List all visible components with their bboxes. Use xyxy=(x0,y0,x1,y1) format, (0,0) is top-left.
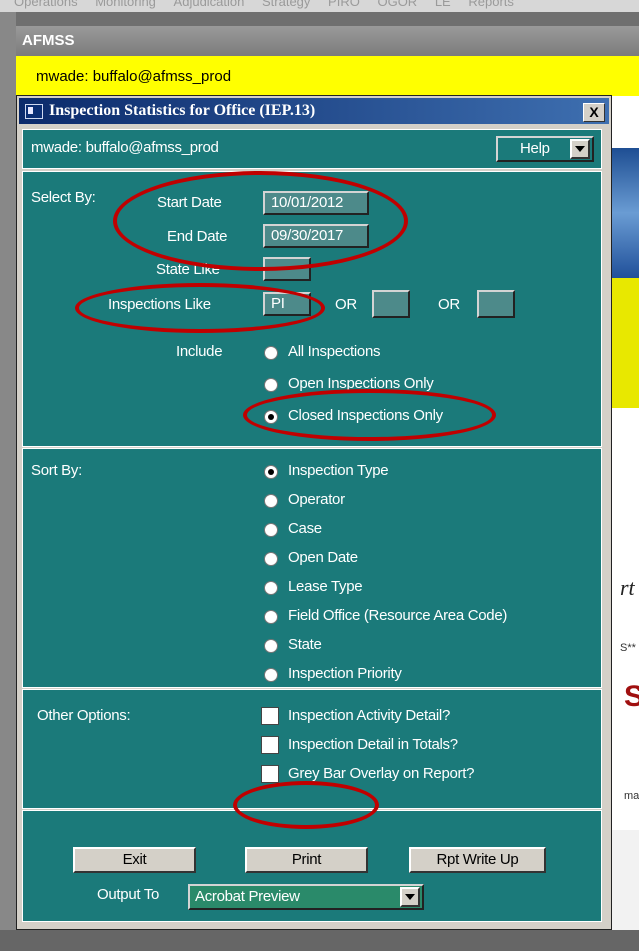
exit-button[interactable]: Exit xyxy=(73,847,196,873)
other-options-panel: Other Options: Inspection Activity Detai… xyxy=(22,689,602,809)
background-text-fragment: S** xyxy=(620,642,636,654)
app-menubar: Operations Monitoring Adjudication Strat… xyxy=(0,0,639,12)
sort-lease-type-radio[interactable] xyxy=(264,581,278,595)
sort-inspection-type-radio[interactable] xyxy=(264,465,278,479)
rpt-write-up-button[interactable]: Rpt Write Up xyxy=(409,847,546,873)
state-like-label: State Like xyxy=(156,261,220,278)
sort-operator-radio[interactable] xyxy=(264,494,278,508)
start-date-field[interactable]: 10/01/2012 xyxy=(263,191,369,215)
start-date-label: Start Date xyxy=(157,194,222,211)
output-to-label: Output To xyxy=(97,886,160,903)
sort-inspection-priority-radio[interactable] xyxy=(264,668,278,682)
sort-open-date-radio[interactable] xyxy=(264,552,278,566)
sort-lease-type-label: Lease Type xyxy=(288,578,363,595)
chevron-down-icon[interactable] xyxy=(570,139,590,159)
menu-item-monitoring[interactable]: Monitoring xyxy=(95,0,156,9)
end-date-label: End Date xyxy=(167,228,228,245)
sort-inspection-type-label: Inspection Type xyxy=(288,462,389,479)
state-like-field[interactable] xyxy=(263,257,311,281)
sort-state-label: State xyxy=(288,636,322,653)
select-by-panel: Select By: Start Date 10/01/2012 End Dat… xyxy=(22,171,602,447)
output-to-select[interactable]: Acrobat Preview xyxy=(188,884,424,910)
or-label: OR xyxy=(438,296,460,313)
chevron-down-icon[interactable] xyxy=(400,887,420,907)
inspections-like-or1-field[interactable] xyxy=(372,290,410,318)
or-label: OR xyxy=(335,296,357,313)
background-text-fragment: ma xyxy=(624,790,639,802)
dialog-header-panel: mwade: buffalo@afmss_prod Help xyxy=(22,129,602,169)
left-window-edge xyxy=(0,12,16,930)
print-button[interactable]: Print xyxy=(245,847,368,873)
sort-case-radio[interactable] xyxy=(264,523,278,537)
include-open-radio[interactable] xyxy=(264,378,278,392)
inspection-statistics-dialog: Inspection Statistics for Office (IEP.13… xyxy=(16,95,612,930)
menu-item-strategy[interactable]: Strategy xyxy=(262,0,310,9)
include-label: Include xyxy=(176,343,223,360)
menu-item-adjudication[interactable]: Adjudication xyxy=(174,0,245,9)
close-button[interactable]: X xyxy=(583,103,605,122)
actions-panel: Exit Print Rpt Write Up Output To Acroba… xyxy=(22,810,602,922)
background-text-fragment: S xyxy=(624,680,639,713)
grey-bar-overlay-checkbox[interactable] xyxy=(261,765,279,783)
sort-inspection-priority-label: Inspection Priority xyxy=(288,665,402,682)
activity-detail-label: Inspection Activity Detail? xyxy=(288,707,450,724)
grey-bar-overlay-label: Grey Bar Overlay on Report? xyxy=(288,765,475,782)
menu-item-ogor[interactable]: OGOR xyxy=(377,0,417,9)
dialog-title: Inspection Statistics for Office (IEP.13… xyxy=(49,102,316,119)
include-closed-label: Closed Inspections Only xyxy=(288,407,443,424)
include-open-label: Open Inspections Only xyxy=(288,375,434,392)
sort-by-panel: Sort By: Inspection Type Operator Case O… xyxy=(22,448,602,688)
sort-operator-label: Operator xyxy=(288,491,345,508)
menu-item-operations[interactable]: Operations xyxy=(14,0,78,9)
detail-in-totals-checkbox[interactable] xyxy=(261,736,279,754)
sort-case-label: Case xyxy=(288,520,322,537)
menu-item-le[interactable]: LE xyxy=(435,0,451,9)
other-options-label: Other Options: xyxy=(37,707,131,724)
window-icon xyxy=(25,104,43,119)
menu-item-piro[interactable]: PIRO xyxy=(328,0,360,9)
sort-field-office-label: Field Office (Resource Area Code) xyxy=(288,607,508,624)
background-text-fragment: rt xyxy=(620,575,635,600)
app-user-label: mwade: buffalo@afmss_prod xyxy=(36,68,232,85)
help-label: Help xyxy=(520,140,550,157)
output-to-value: Acrobat Preview xyxy=(195,888,300,905)
sort-by-label: Sort By: xyxy=(31,462,82,479)
sort-open-date-label: Open Date xyxy=(288,549,358,566)
inspections-like-or2-field[interactable] xyxy=(477,290,515,318)
select-by-label: Select By: xyxy=(31,189,96,206)
include-all-label: All Inspections xyxy=(288,343,381,360)
include-all-radio[interactable] xyxy=(264,346,278,360)
menu-item-reports[interactable]: Reports xyxy=(468,0,514,9)
dialog-title-bar[interactable]: Inspection Statistics for Office (IEP.13… xyxy=(19,98,609,124)
include-closed-radio[interactable] xyxy=(264,410,278,424)
sort-field-office-radio[interactable] xyxy=(264,610,278,624)
app-user-bar: mwade: buffalo@afmss_prod xyxy=(16,56,639,96)
inspections-like-label: Inspections Like xyxy=(108,296,211,313)
inspections-like-field[interactable]: PI xyxy=(263,292,311,316)
help-dropdown[interactable]: Help xyxy=(496,136,594,162)
end-date-field[interactable]: 09/30/2017 xyxy=(263,224,369,248)
app-window-title: AFMSS xyxy=(16,26,639,56)
detail-in-totals-label: Inspection Detail in Totals? xyxy=(288,736,458,753)
dialog-user-label: mwade: buffalo@afmss_prod xyxy=(31,139,219,156)
status-bar xyxy=(0,930,639,951)
activity-detail-checkbox[interactable] xyxy=(261,707,279,725)
sort-state-radio[interactable] xyxy=(264,639,278,653)
